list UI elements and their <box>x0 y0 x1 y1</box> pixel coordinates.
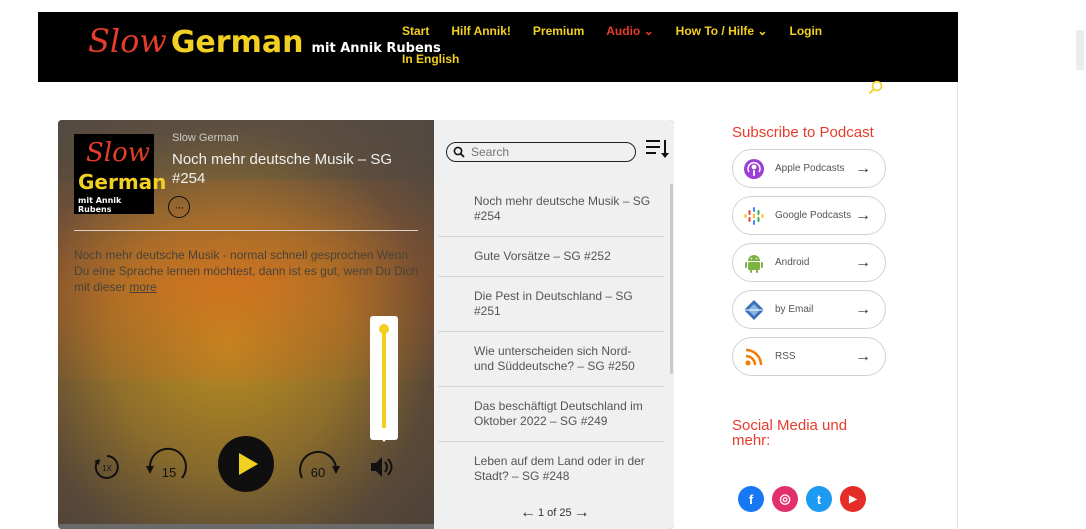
playlist-item[interactable]: Die Pest in Deutschland – SG #251 <box>438 277 664 332</box>
playlist-items: Noch mehr deutsche Musik – SG #254 Gute … <box>438 182 664 496</box>
subscribe-label: Android <box>775 257 810 268</box>
player-divider <box>74 230 418 231</box>
playlist-item[interactable]: Noch mehr deutsche Musik – SG #254 <box>438 182 664 237</box>
subscribe-label: Apple Podcasts <box>775 163 845 174</box>
site-header: Slow German mit Annik Rubens Start Hilf … <box>38 12 958 82</box>
social-links: f ◎ t ▶ <box>738 486 902 512</box>
skip-forward-button[interactable]: 60 <box>296 444 346 488</box>
main-nav: Start Hilf Annik! Premium Audio ⌄ How To… <box>402 24 872 66</box>
cover-mit-text: mit Annik Rubens <box>78 196 122 214</box>
google-podcasts-icon <box>743 205 765 227</box>
skip-forward-label: 60 <box>311 465 325 480</box>
more-options-button[interactable]: ··· <box>168 196 190 218</box>
playlist-search-icon <box>453 146 465 158</box>
playlist-item[interactable]: Wie unterscheiden sich Nord- und Süddeut… <box>438 332 664 387</box>
youtube-icon[interactable]: ▶ <box>840 486 866 512</box>
player-progress-bar[interactable] <box>58 524 434 529</box>
nav-item-how-to[interactable]: How To / Hilfe ⌄ <box>676 24 768 38</box>
playlist-item[interactable]: Das beschäftigt Deutschland im Oktober 2… <box>438 387 664 442</box>
pager-prev-icon[interactable]: ← <box>520 504 536 522</box>
nav-row: Start Hilf Annik! Premium Audio ⌄ How To… <box>402 24 872 38</box>
volume-icon[interactable] <box>368 454 396 480</box>
subscribe-label: by Email <box>775 304 814 315</box>
playlist-item[interactable]: Gute Vorsätze – SG #252 <box>438 237 664 277</box>
site-container: Slow German mit Annik Rubens Start Hilf … <box>38 12 958 529</box>
sidebar: Subscribe to Podcast Apple Podcasts → Go… <box>732 124 902 512</box>
rss-icon <box>743 346 765 368</box>
player-main-panel: Slow German mit Annik Rubens Slow German… <box>58 120 438 529</box>
social-media-title: Social Media und mehr: <box>732 417 848 449</box>
podcast-player: Slow German mit Annik Rubens Slow German… <box>58 120 674 529</box>
playlist-pager: ← 1 of 25 → <box>520 504 590 522</box>
subscribe-rss-button[interactable]: RSS → <box>732 337 886 376</box>
arrow-right-icon: → <box>855 206 871 224</box>
cover-german-text: German <box>78 170 167 194</box>
android-icon <box>743 252 765 274</box>
arrow-right-icon: → <box>855 159 871 177</box>
skip-back-button[interactable]: 15 <box>142 444 188 488</box>
episode-playlist: Noch mehr deutsche Musik – SG #254 Gute … <box>434 120 674 529</box>
playlist-item[interactable]: Leben auf dem Land oder in der Stadt? – … <box>438 442 664 496</box>
page-scrollbar[interactable] <box>1076 30 1084 70</box>
arrow-right-icon: → <box>855 300 871 318</box>
subscribe-title: Subscribe to Podcast <box>732 124 874 141</box>
email-icon <box>743 299 765 321</box>
episode-description-text: Noch mehr deutsche Musik - normal schnel… <box>74 248 419 294</box>
episode-cover-art: Slow German mit Annik Rubens <box>74 134 166 214</box>
nav-item-start[interactable]: Start <box>402 24 429 38</box>
arrow-right-icon: → <box>855 347 871 365</box>
playlist-search-input[interactable] <box>471 145 621 159</box>
header-search-icon[interactable] <box>868 80 884 96</box>
playback-speed-button[interactable]: 1X <box>92 452 122 482</box>
subscribe-email-button[interactable]: by Email → <box>732 290 886 329</box>
subscribe-label: RSS <box>775 351 796 362</box>
pager-label: 1 of 25 <box>538 507 572 519</box>
playlist-scrollbar[interactable] <box>670 184 673 374</box>
play-icon <box>239 453 258 475</box>
nav-item-hilf-annik[interactable]: Hilf Annik! <box>451 24 511 38</box>
site-logo[interactable]: Slow German mit Annik Rubens <box>88 22 441 72</box>
volume-slider[interactable] <box>370 316 398 442</box>
subscribe-android-button[interactable]: Android → <box>732 243 886 282</box>
volume-pointer <box>379 436 389 442</box>
playlist-search[interactable] <box>446 142 636 162</box>
arrow-right-icon: → <box>855 253 871 271</box>
cover-slow-text: Slow <box>86 138 151 168</box>
episode-description: Noch mehr deutsche Musik - normal schnel… <box>74 247 426 295</box>
subscribe-apple-podcasts-button[interactable]: Apple Podcasts → <box>732 149 886 188</box>
nav-item-premium[interactable]: Premium <box>533 24 584 38</box>
volume-handle[interactable] <box>379 324 389 334</box>
nav-item-in-english[interactable]: In English <box>402 52 872 66</box>
facebook-icon[interactable]: f <box>738 486 764 512</box>
nav-item-login[interactable]: Login <box>789 24 822 38</box>
subscribe-google-podcasts-button[interactable]: Google Podcasts → <box>732 196 886 235</box>
page: Slow German mit Annik Rubens Start Hilf … <box>0 0 1086 529</box>
sort-icon[interactable] <box>644 138 670 160</box>
play-button[interactable] <box>218 436 274 492</box>
episode-title: Noch mehr deutsche Musik – SG #254 <box>172 151 393 187</box>
show-name: Slow German <box>172 132 239 144</box>
logo-slow-text: Slow <box>88 22 167 60</box>
skip-back-label: 15 <box>162 465 176 480</box>
more-link[interactable]: more <box>129 280 156 294</box>
apple-podcasts-icon <box>743 158 765 180</box>
twitter-icon[interactable]: t <box>806 486 832 512</box>
nav-item-audio[interactable]: Audio ⌄ <box>606 24 653 38</box>
playback-speed-label: 1X <box>102 464 112 473</box>
subscribe-label: Google Podcasts <box>775 210 852 221</box>
logo-german-text: German <box>170 25 304 60</box>
volume-track <box>382 330 386 428</box>
pager-next-icon[interactable]: → <box>574 504 590 522</box>
instagram-icon[interactable]: ◎ <box>772 486 798 512</box>
